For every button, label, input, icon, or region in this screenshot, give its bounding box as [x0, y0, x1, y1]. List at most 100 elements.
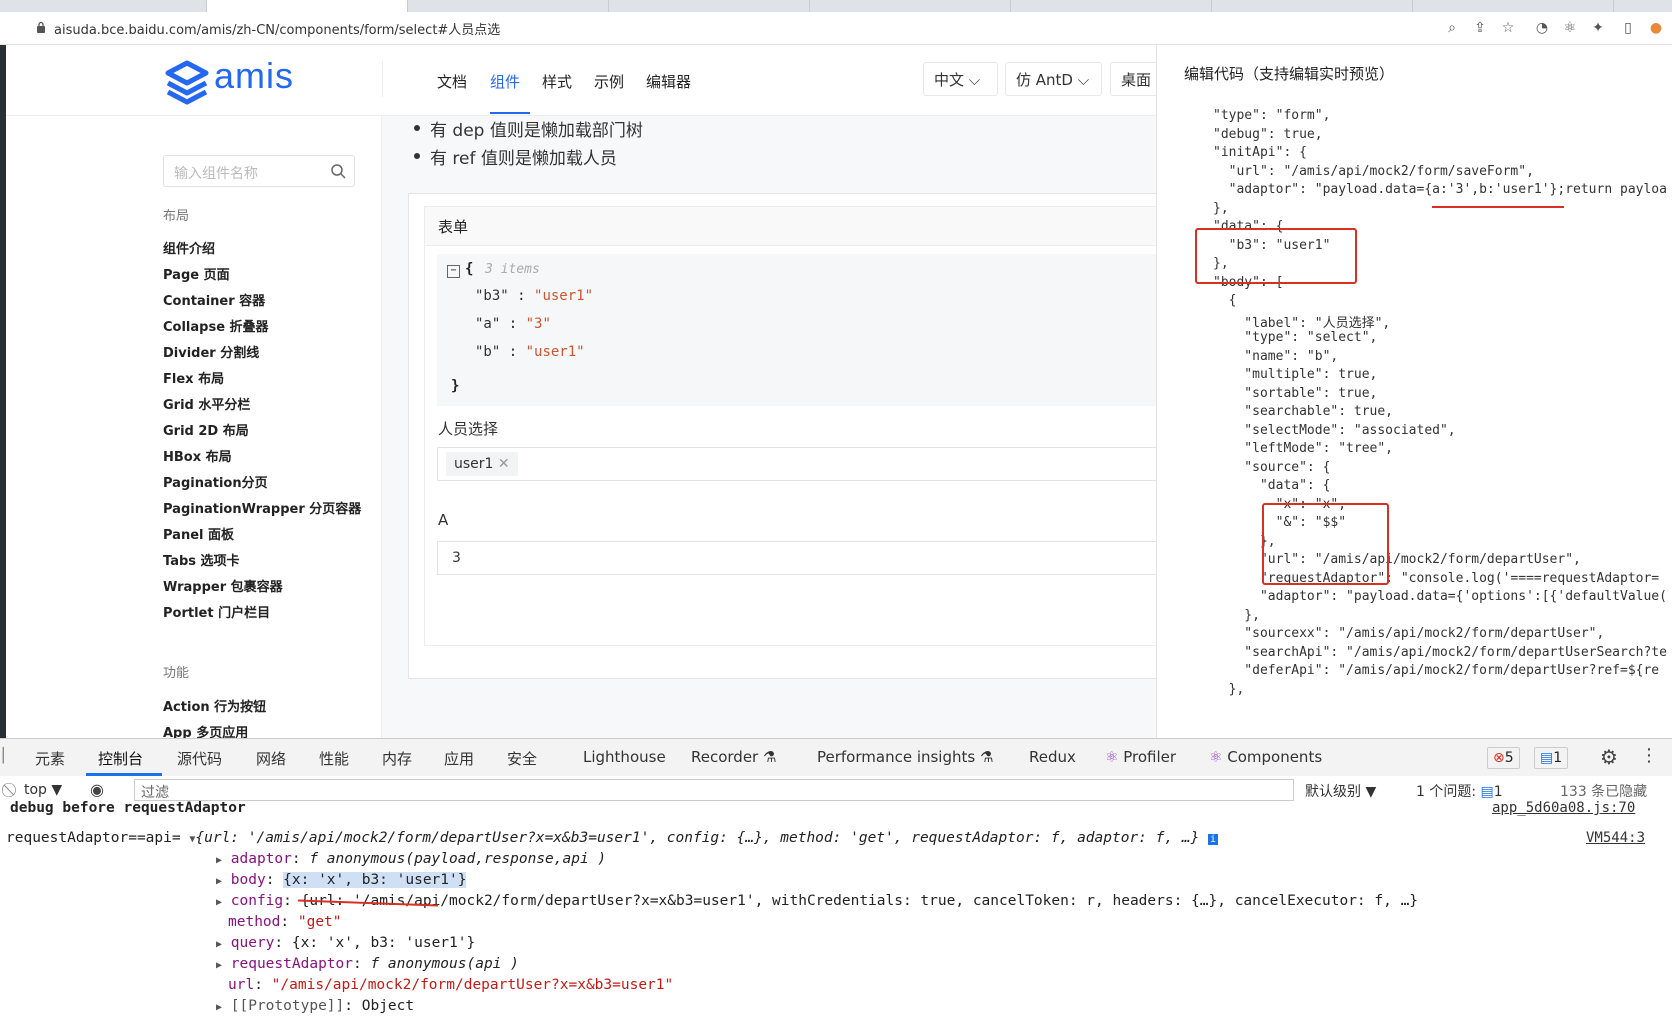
zoom-icon[interactable]: ⌕: [1444, 20, 1460, 36]
nav-editor[interactable]: 编辑器: [646, 71, 691, 92]
object-property[interactable]: ▶ query: {x: 'x', b3: 'user1'}: [216, 935, 475, 951]
expand-triangle-icon[interactable]: ▶: [216, 897, 222, 908]
devtools-tab-sources[interactable]: 源代码: [177, 748, 222, 769]
devtools-tab-memory[interactable]: 内存: [382, 748, 412, 769]
browser-tab[interactable]: [1212, 0, 1413, 12]
devtools-tab-network[interactable]: 网络: [256, 748, 286, 769]
context-select[interactable]: top ▼: [24, 782, 62, 798]
devtools-tab-profiler[interactable]: ⚛ Profiler: [1105, 748, 1176, 766]
sidebar-item[interactable]: Grid 2D 布局: [163, 420, 249, 439]
devtools-tab-lighthouse[interactable]: Lighthouse: [583, 748, 666, 766]
browser-tab-active[interactable]: [207, 0, 408, 12]
issues-button[interactable]: 1 个问题: ▤1: [1416, 781, 1503, 801]
annotation-box-data: [1195, 228, 1357, 284]
search-icon[interactable]: [330, 163, 346, 179]
code-editor-panel: 编辑代码（支持编辑实时预览） ⋮ "type": "form","debug":…: [1153, 45, 1672, 738]
sidebar-item[interactable]: Divider 分割线: [163, 342, 259, 361]
object-property[interactable]: ▶ adaptor: f anonymous(payload,response,…: [216, 851, 606, 867]
logo-text[interactable]: amis: [214, 55, 294, 97]
sidebar-item[interactable]: Wrapper 包裹容器: [163, 576, 283, 595]
message-counter[interactable]: ▤1: [1534, 747, 1569, 769]
browser-tab[interactable]: [810, 0, 1011, 12]
code-line: "selectMode": "associated",: [1213, 422, 1456, 438]
sidebar-item[interactable]: Container 容器: [163, 290, 265, 309]
sidebar-item[interactable]: 组件介绍: [163, 238, 215, 257]
sidebar-item[interactable]: Collapse 折叠器: [163, 316, 269, 335]
console-filter-input[interactable]: 过滤: [134, 779, 1294, 801]
sidebar-item[interactable]: Flex 布局: [163, 368, 224, 387]
object-property[interactable]: ▶ requestAdaptor: f anonymous(api ): [216, 956, 519, 972]
sidebar-item[interactable]: Pagination分页: [163, 472, 268, 491]
source-link[interactable]: app_5d60a08.js:70: [1492, 800, 1635, 816]
extension-icon[interactable]: ◔: [1534, 20, 1550, 36]
sidebar-item[interactable]: Portlet 门户栏目: [163, 602, 270, 621]
expand-triangle-icon[interactable]: ▶: [216, 939, 222, 950]
desktop-label: 桌面: [1121, 71, 1152, 89]
url-text[interactable]: aisuda.bce.baidu.com/amis/zh-CN/componen…: [54, 19, 500, 38]
eye-icon[interactable]: ◉: [90, 780, 104, 799]
devtools-tab-redux[interactable]: Redux: [1029, 748, 1076, 766]
log-level-select[interactable]: 默认级别 ▼: [1305, 781, 1376, 801]
source-link[interactable]: VM544:3: [1586, 830, 1645, 846]
doc-bullet: 有 ref 值则是懒加载人员: [414, 144, 617, 169]
code-area[interactable]: "type": "form", "debug": true, "initApi": …: [1157, 108, 1672, 738]
field-label-person-select: 人员选择: [438, 420, 499, 438]
sidebar-item[interactable]: Page 页面: [163, 264, 230, 283]
object-property[interactable]: ▶ config: {url: '/amis/api/mock2/form/de…: [216, 893, 1418, 909]
devtools-cursor-icon[interactable]: ▏: [0, 748, 16, 764]
collapse-toggle-icon[interactable]: −: [447, 265, 460, 278]
devtools-tab-recorder[interactable]: Recorder ⚗: [691, 748, 776, 766]
component-search-input[interactable]: 输入组件名称: [163, 155, 355, 187]
sidebar-item[interactable]: Tabs 选项卡: [163, 550, 240, 569]
error-counter[interactable]: ⊗5: [1487, 747, 1520, 769]
sidebar-item[interactable]: Panel 面板: [163, 524, 234, 543]
sidebar-item[interactable]: HBox 布局: [163, 446, 232, 465]
sidebar-item[interactable]: Action 行为按钮: [163, 696, 266, 715]
nav-components[interactable]: 组件: [490, 71, 520, 92]
share-icon[interactable]: ⇪: [1472, 20, 1488, 36]
nav-styles[interactable]: 样式: [542, 71, 572, 92]
devtools-tab-application[interactable]: 应用: [444, 748, 474, 769]
sidebar-item[interactable]: PaginationWrapper 分页容器: [163, 498, 361, 517]
language-select[interactable]: 中文 ⌵: [923, 62, 998, 96]
nav-docs[interactable]: 文档: [437, 71, 467, 92]
sidebar-item[interactable]: Grid 水平分栏: [163, 394, 250, 413]
browser-tab[interactable]: [609, 0, 810, 12]
browser-tab[interactable]: [1413, 0, 1614, 12]
bookmark-star-icon[interactable]: ☆: [1500, 20, 1516, 36]
devtools-tab-performance[interactable]: 性能: [319, 748, 349, 769]
more-menu-icon[interactable]: ⋮: [1640, 745, 1658, 766]
profile-avatar-icon[interactable]: ●: [1648, 20, 1664, 36]
expand-triangle-icon[interactable]: ▶: [216, 876, 222, 887]
object-property[interactable]: ▶ [[Prototype]]: Object: [216, 998, 414, 1014]
code-line: "sortable": true,: [1213, 385, 1378, 401]
devtools-tab-performance-insights[interactable]: Performance insights ⚗: [817, 748, 993, 766]
react-devtools-icon[interactable]: ⚛: [1562, 20, 1578, 36]
log-level-value: 默认级别: [1305, 784, 1361, 800]
expand-triangle-icon[interactable]: ▶: [216, 1002, 222, 1013]
expand-triangle-icon[interactable]: ▶: [216, 855, 222, 866]
devtools-tabbar: ▏ 元素 控制台 源代码 网络 性能 内存 应用 安全 Lighthouse R…: [0, 738, 1672, 777]
info-badge-icon[interactable]: i: [1208, 834, 1219, 845]
puzzle-extensions-icon[interactable]: ✦: [1590, 20, 1606, 36]
browser-tab[interactable]: [408, 0, 609, 12]
form-panel-header: 表单: [425, 207, 1158, 246]
a-input-value: 3: [452, 550, 461, 566]
object-property[interactable]: ▶ body: {x: 'x', b3: 'user1'}: [216, 872, 467, 888]
expand-triangle-icon[interactable]: ▶: [216, 960, 222, 971]
prop-key: body: [230, 872, 266, 888]
tag-close-icon[interactable]: ✕: [498, 456, 510, 472]
devtools-tab-security[interactable]: 安全: [507, 748, 537, 769]
devtools-tab-elements[interactable]: 元素: [35, 748, 65, 769]
a-input-field[interactable]: 3: [437, 541, 1157, 575]
devtools-tab-console[interactable]: 控制台: [98, 748, 143, 769]
browser-tab[interactable]: [1011, 0, 1212, 12]
nav-examples[interactable]: 示例: [594, 71, 624, 92]
theme-select[interactable]: 仿 AntD ⌵: [1005, 62, 1102, 96]
person-select-field[interactable]: user1 ✕: [437, 447, 1157, 481]
devtools-tab-components[interactable]: ⚛ Components: [1209, 748, 1322, 766]
console-log-line[interactable]: requestAdaptor==api= ▼{url: '/amis/api/m…: [6, 830, 1219, 846]
sidebar-toggle-icon[interactable]: ▯: [1620, 20, 1636, 36]
settings-gear-icon[interactable]: ⚙: [1600, 745, 1618, 769]
browser-tab[interactable]: [6, 0, 207, 12]
